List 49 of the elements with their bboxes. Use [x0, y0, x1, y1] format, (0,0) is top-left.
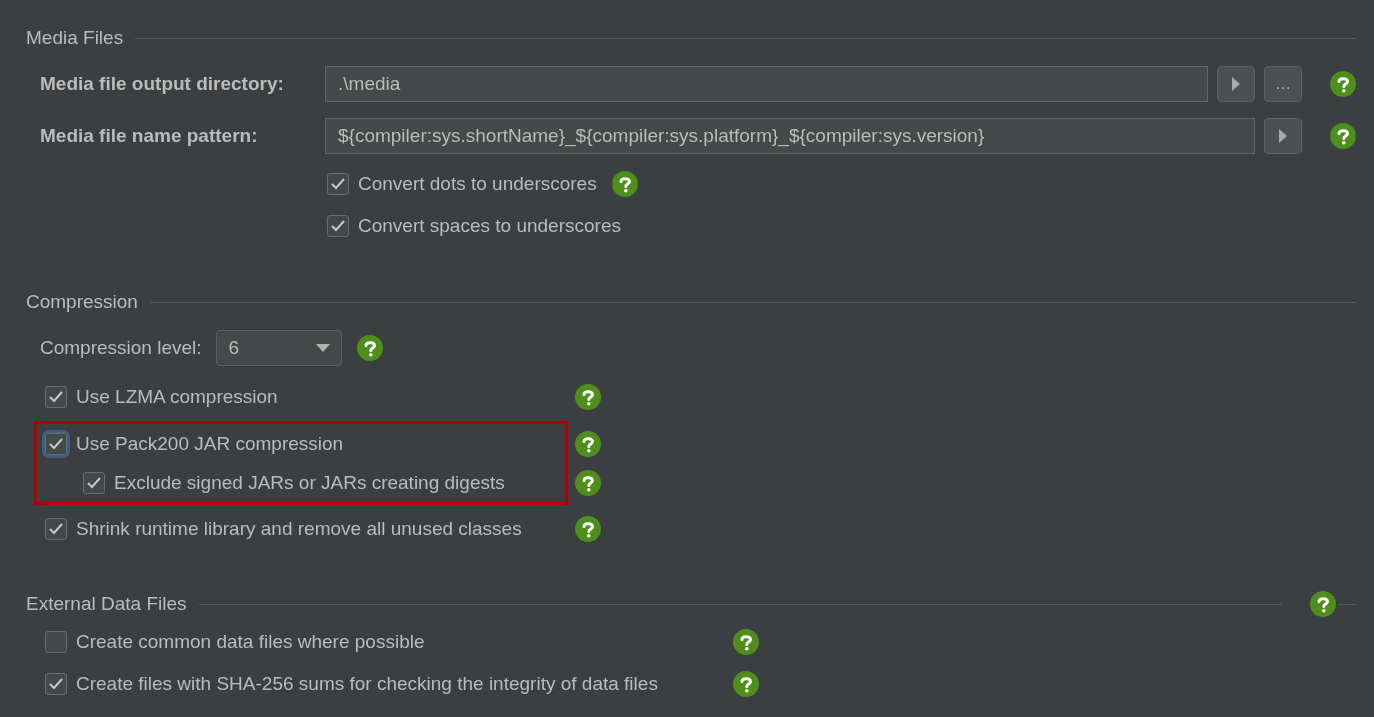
option-label: Create files with SHA-256 sums for checking the integrity of data files — [76, 673, 658, 695]
help-icon[interactable] — [575, 430, 601, 457]
checkbox[interactable] — [45, 518, 67, 540]
caret-icon — [315, 344, 330, 352]
section-title: Media Files — [26, 27, 124, 49]
option-label: Use LZMA compression — [76, 386, 278, 408]
level-dropdown[interactable]: 6 — [215, 330, 342, 366]
help-icon[interactable] — [575, 469, 601, 496]
help-icon[interactable] — [733, 629, 759, 655]
input-field[interactable]: ${compiler:sys.shortName}_${compiler:sys.platform}_${compiler:sys.version} — [325, 118, 1255, 154]
help-icon[interactable] — [1330, 71, 1356, 97]
help-icon[interactable] — [575, 384, 601, 410]
option-label: Use Pack200 JAR compression — [76, 432, 344, 455]
run-button[interactable] — [1264, 118, 1302, 154]
check-icon — [48, 390, 64, 404]
check-icon — [48, 522, 64, 536]
field-label: Media file output directory: — [40, 73, 285, 95]
section-title: External Data Files — [26, 593, 187, 615]
check-icon — [330, 177, 346, 191]
check-icon — [330, 219, 346, 233]
help-icon[interactable] — [575, 516, 601, 542]
input-field[interactable]: .\media — [325, 66, 1208, 102]
run-button[interactable] — [1217, 66, 1255, 102]
option-label: Convert spaces to underscores — [358, 215, 621, 237]
checkbox[interactable] — [327, 215, 349, 237]
browse-button[interactable]: … — [1264, 66, 1302, 102]
option-label: Convert dots to underscores — [358, 173, 597, 195]
section-title: Compression — [26, 291, 138, 313]
help-icon[interactable] — [1310, 591, 1336, 617]
checkbox[interactable] — [45, 432, 67, 455]
check-icon — [86, 475, 102, 490]
help-icon[interactable] — [356, 335, 383, 361]
field-label: Compression level: — [40, 337, 202, 359]
checkbox[interactable] — [45, 673, 67, 695]
check-icon — [48, 677, 64, 691]
checkbox[interactable] — [327, 173, 349, 195]
check-icon — [48, 436, 64, 451]
option-label: Shrink runtime library and remove all unused classes — [76, 518, 522, 540]
checkbox[interactable] — [45, 631, 67, 653]
checkbox[interactable] — [45, 386, 67, 408]
play-icon — [1278, 129, 1288, 143]
option-label: Exclude signed JARs or JARs creating digests — [114, 471, 505, 494]
checkbox[interactable] — [83, 471, 105, 494]
field-label: Media file name pattern: — [40, 125, 259, 147]
help-icon[interactable] — [733, 671, 759, 697]
help-icon[interactable] — [611, 171, 638, 197]
help-icon[interactable] — [1330, 123, 1356, 149]
play-icon — [1231, 77, 1241, 91]
option-label: Create common data files where possible — [76, 631, 425, 653]
